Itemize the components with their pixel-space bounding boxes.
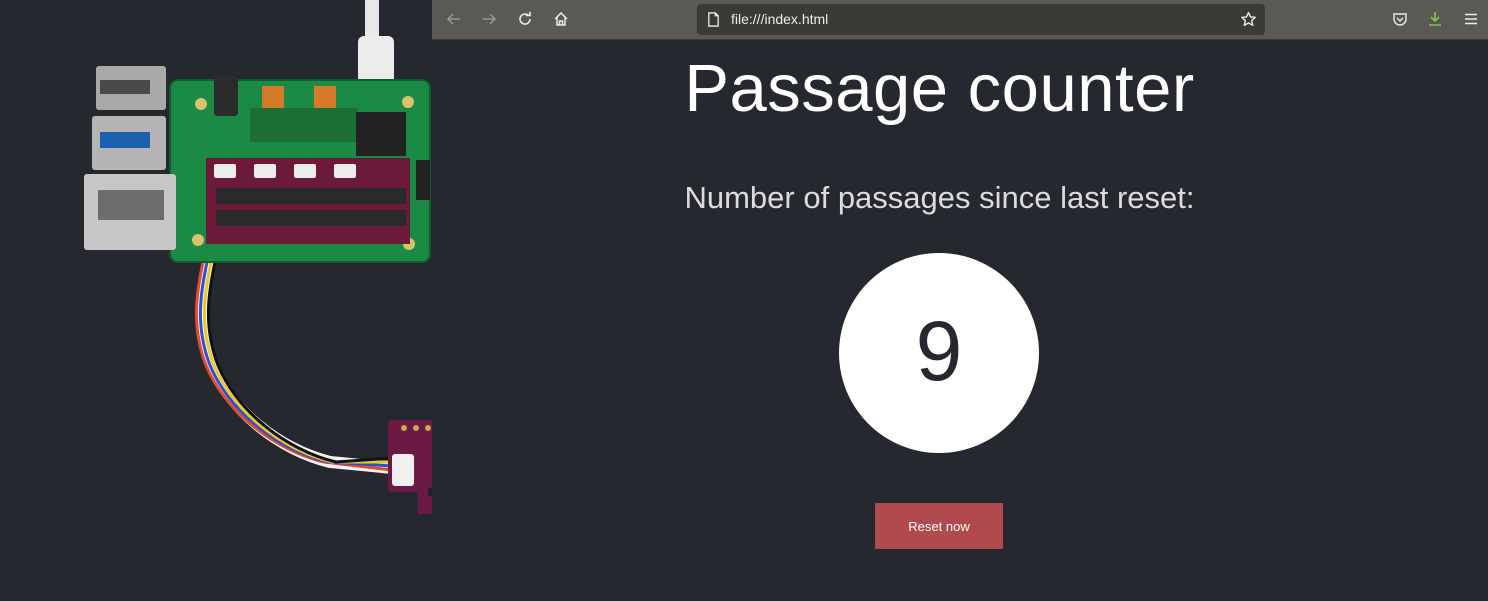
pocket-button[interactable] <box>1387 6 1413 32</box>
raspberry-pi-sensor-illustration <box>84 0 432 514</box>
pocket-icon <box>1393 13 1407 26</box>
url-bar[interactable]: file:///index.html <box>697 4 1265 35</box>
arrow-left-icon <box>446 13 460 25</box>
passages-subtitle: Number of passages since last reset: <box>684 180 1195 215</box>
home-button[interactable] <box>548 6 574 32</box>
counter-display: 9 <box>839 253 1039 453</box>
arrow-right-icon <box>483 13 497 25</box>
menu-button[interactable] <box>1458 6 1484 32</box>
reload-icon <box>519 11 531 25</box>
reload-button[interactable] <box>512 6 538 32</box>
page-icon <box>708 12 719 27</box>
home-icon <box>554 11 568 26</box>
browser-toolbar: file:///index.html <box>432 0 1488 40</box>
back-button[interactable] <box>441 6 467 32</box>
counter-value: 9 <box>915 304 963 398</box>
url-text: file:///index.html <box>731 11 829 27</box>
forward-button[interactable] <box>476 6 502 32</box>
reset-button[interactable]: Reset now <box>875 503 1003 549</box>
downloads-button[interactable] <box>1422 6 1448 32</box>
page-title: Passage counter <box>684 51 1195 126</box>
hamburger-menu-icon <box>1465 13 1477 25</box>
download-icon <box>1429 12 1441 26</box>
star-icon[interactable] <box>1240 11 1257 28</box>
